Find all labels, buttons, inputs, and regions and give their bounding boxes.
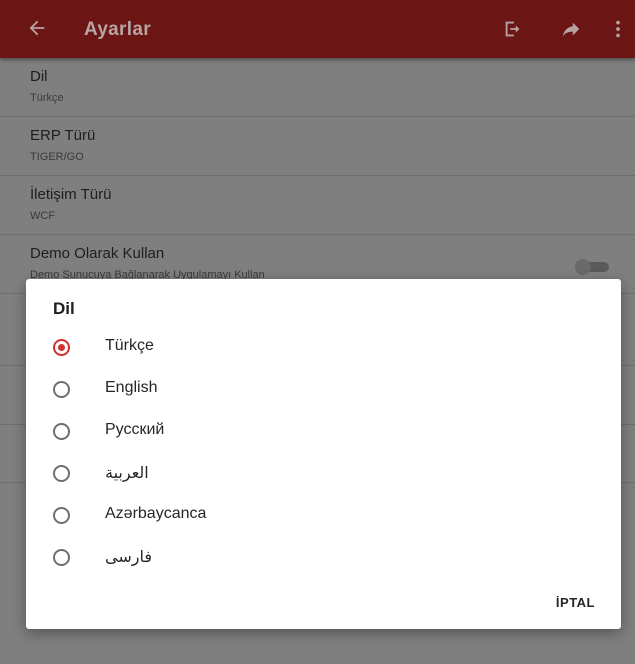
toggle-thumb (575, 259, 591, 275)
option-label: Azərbaycanca (105, 505, 207, 522)
divider (621, 482, 635, 483)
demo-mode-toggle[interactable] (575, 259, 609, 275)
setting-title: ERP Türü (30, 127, 96, 144)
radio-unchecked-icon[interactable] (53, 423, 70, 440)
back-arrow-icon[interactable] (26, 17, 48, 39)
option-label: فارسی (105, 549, 152, 566)
cancel-button[interactable]: İPTAL (556, 595, 595, 610)
radio-checked-icon[interactable] (53, 339, 70, 356)
language-dialog: Dil Türkçe English Русский العربية Azərb… (26, 279, 621, 629)
setting-title: Dil (30, 68, 48, 85)
setting-communication-type[interactable]: İletişim Türü WCF (0, 176, 635, 235)
option-label: العربية (105, 465, 149, 482)
divider (621, 424, 635, 425)
divider (621, 365, 635, 366)
divider (0, 365, 26, 366)
setting-subtitle: WCF (30, 210, 56, 222)
radio-unchecked-icon[interactable] (53, 549, 70, 566)
radio-unchecked-icon[interactable] (53, 507, 70, 524)
dialog-title: Dil (53, 299, 75, 318)
language-option-persian[interactable]: فارسی (26, 537, 621, 577)
more-vertical-icon[interactable] (607, 18, 629, 40)
divider (0, 482, 26, 483)
setting-title: Demo Olarak Kullan (30, 245, 165, 262)
language-option-arabic[interactable]: العربية (26, 453, 621, 493)
option-label: Türkçe (105, 337, 154, 354)
app-bar: Ayarlar (0, 0, 635, 58)
setting-erp-type[interactable]: ERP Türü TIGER/GO (0, 117, 635, 176)
setting-subtitle: TIGER/GO (30, 151, 84, 163)
radio-unchecked-icon[interactable] (53, 381, 70, 398)
option-label: Русский (105, 421, 165, 438)
share-forward-icon[interactable] (560, 18, 582, 40)
logout-icon[interactable] (502, 18, 524, 40)
divider (0, 424, 26, 425)
setting-language[interactable]: Dil Türkçe (0, 58, 635, 117)
setting-subtitle: Türkçe (30, 92, 64, 104)
setting-title: İletişim Türü (30, 186, 112, 203)
language-option-azerbaijani[interactable]: Azərbaycanca (26, 495, 621, 535)
radio-unchecked-icon[interactable] (53, 465, 70, 482)
language-option-russian[interactable]: Русский (26, 411, 621, 451)
page-title: Ayarlar (84, 19, 151, 40)
language-option-turkish[interactable]: Türkçe (26, 327, 621, 367)
language-option-english[interactable]: English (26, 369, 621, 409)
option-label: English (105, 379, 158, 396)
